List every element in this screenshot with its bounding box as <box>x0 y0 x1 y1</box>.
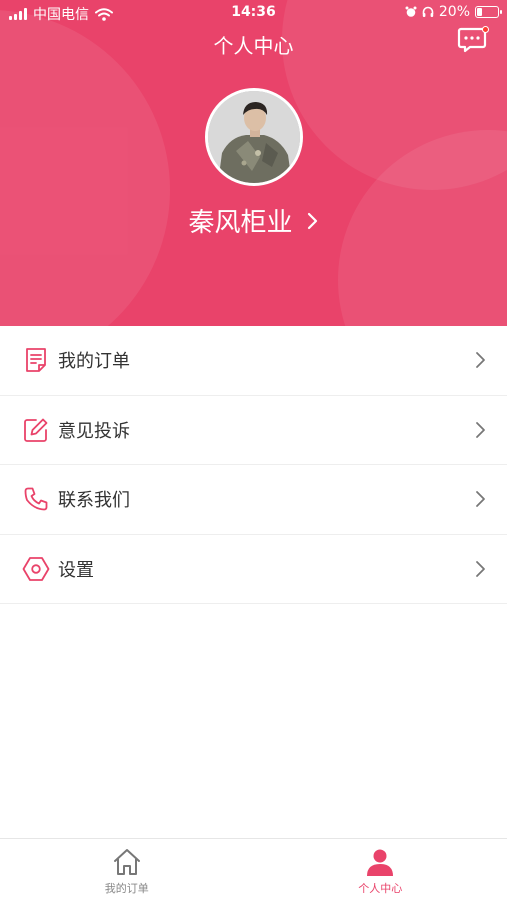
person-icon <box>367 849 394 876</box>
menu-item-label: 意见投诉 <box>58 420 130 442</box>
menu-list: 我的订单 意见投诉 联系我们 设置 <box>0 326 507 604</box>
menu-item-my-orders[interactable]: 我的订单 <box>0 326 507 396</box>
menu-item-label: 联系我们 <box>58 490 130 512</box>
tab-bar: 我的订单 个人中心 <box>0 838 507 900</box>
tab-profile[interactable]: 个人中心 <box>254 839 507 900</box>
battery-percent: 20% <box>438 4 470 20</box>
headphones-icon <box>422 6 434 17</box>
menu-item-settings[interactable]: 设置 <box>0 534 507 604</box>
menu-item-contact-us[interactable]: 联系我们 <box>0 465 507 535</box>
chevron-right-icon <box>476 560 485 577</box>
order-document-icon <box>22 346 50 374</box>
profile-name-link[interactable]: 秦风柜业 <box>0 202 507 239</box>
home-icon <box>113 849 140 875</box>
edit-feedback-icon <box>22 416 50 444</box>
status-bar: 中国电信 14:36 20% <box>0 0 507 28</box>
profile-header: 中国电信 14:36 20% 个人中心 秦风柜业 <box>0 0 507 326</box>
phone-icon <box>22 485 50 513</box>
alarm-icon <box>405 6 417 17</box>
menu-item-label: 我的订单 <box>58 351 130 373</box>
menu-item-label: 设置 <box>58 559 94 581</box>
menu-item-feedback[interactable]: 意见投诉 <box>0 395 507 465</box>
avatar[interactable] <box>205 88 303 186</box>
username: 秦风柜业 <box>188 208 293 238</box>
avatar-photo <box>208 91 300 183</box>
settings-hexagon-icon <box>22 555 50 583</box>
page-title: 个人中心 <box>213 34 294 58</box>
tab-my-orders[interactable]: 我的订单 <box>0 839 254 900</box>
chevron-right-icon <box>476 421 485 438</box>
tab-label: 个人中心 <box>358 882 403 895</box>
battery-icon <box>475 6 502 18</box>
unread-dot <box>482 26 489 33</box>
chevron-right-icon <box>476 352 485 369</box>
chevron-right-icon <box>307 212 317 229</box>
message-button[interactable] <box>457 26 489 54</box>
tab-label: 我的订单 <box>104 882 149 895</box>
chevron-right-icon <box>476 491 485 508</box>
